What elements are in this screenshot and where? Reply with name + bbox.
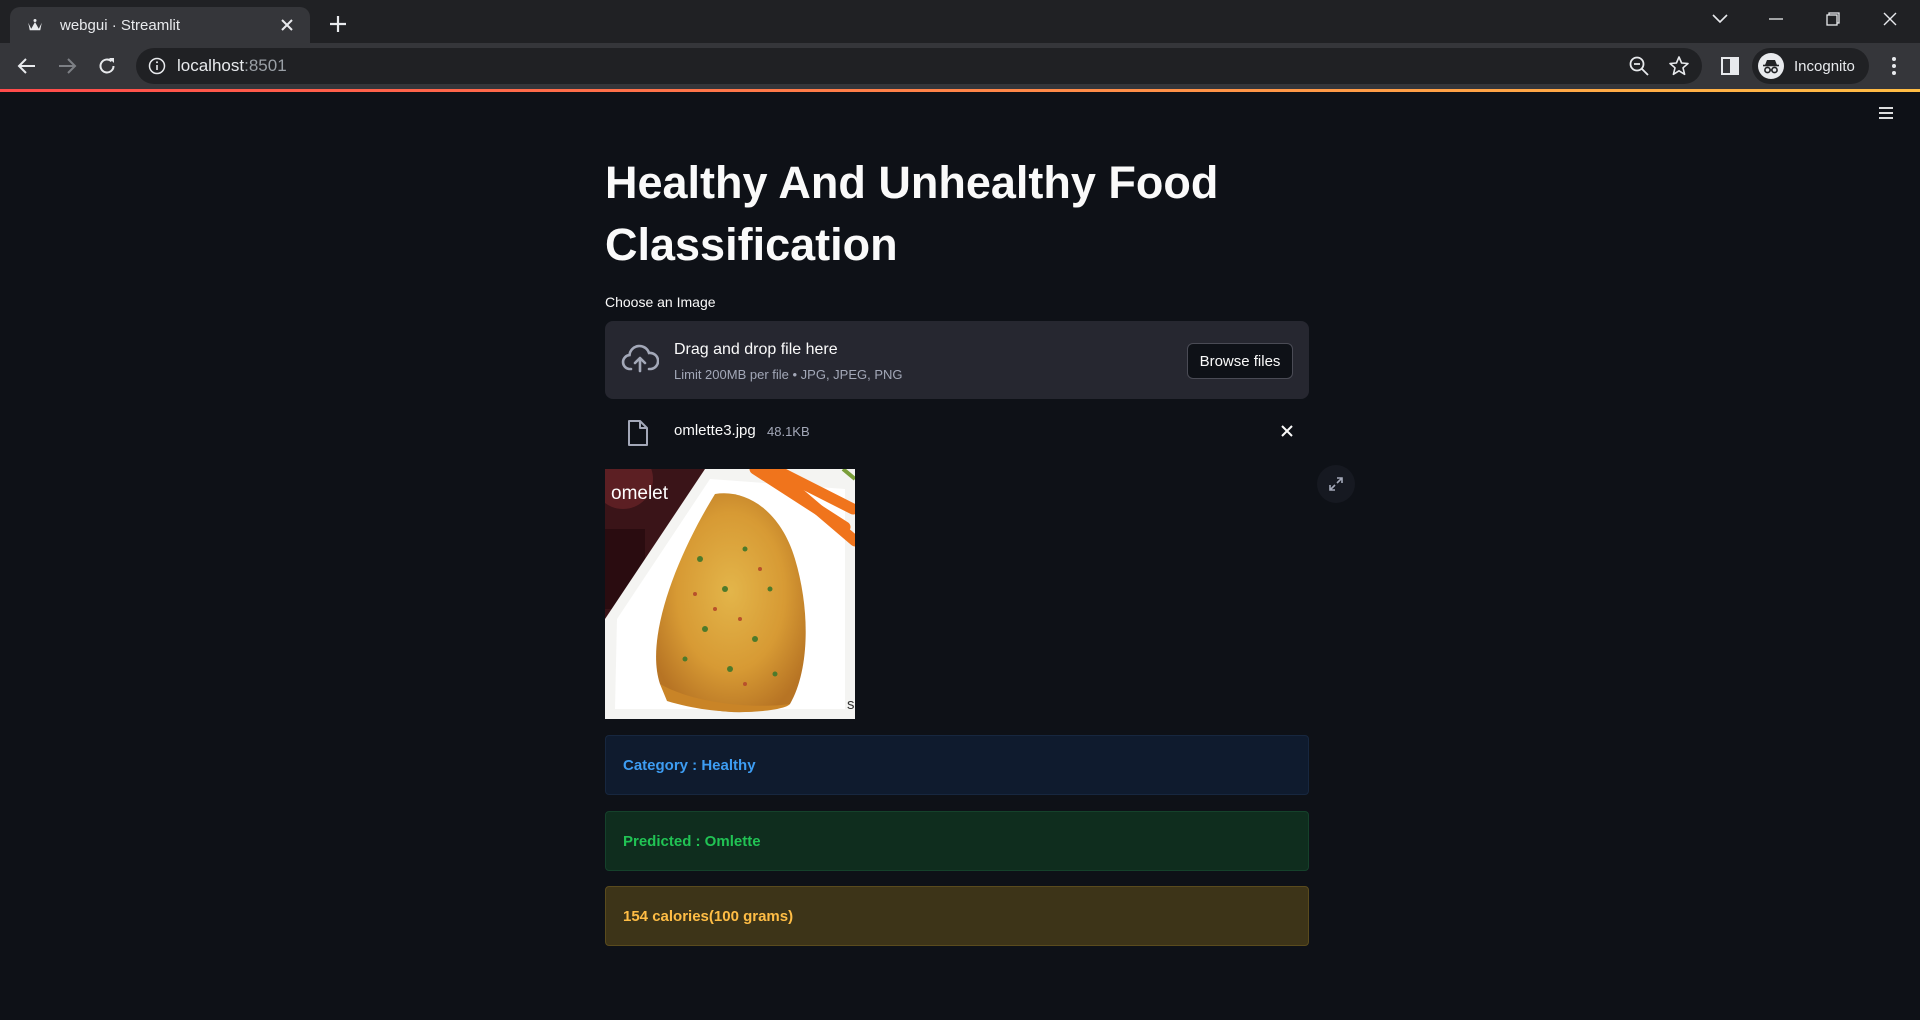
streamlit-decoration-bar xyxy=(0,89,1920,92)
profile-chip[interactable]: Incognito xyxy=(1752,48,1869,84)
remove-file-close-icon[interactable] xyxy=(1275,419,1299,443)
browser-tabstrip: webgui · Streamlit xyxy=(0,0,1920,43)
category-alert: Category : Healthy xyxy=(605,735,1309,795)
browser-toolbar: localhost:8501 Incognito xyxy=(0,43,1920,89)
cloud-upload-icon xyxy=(621,344,659,373)
info-icon[interactable] xyxy=(148,57,166,75)
prediction-alert: Predicted : Omlette xyxy=(605,811,1309,871)
dropzone-subtitle: Limit 200MB per file • JPG, JPEG, PNG xyxy=(674,367,903,382)
image-overlay-text: omelet xyxy=(611,483,669,504)
tab-title: webgui · Streamlit xyxy=(60,16,181,34)
zoom-out-icon[interactable] xyxy=(1628,55,1650,77)
browser-tab[interactable]: webgui · Streamlit xyxy=(10,7,310,43)
browse-files-button[interactable]: Browse files xyxy=(1187,343,1293,379)
omelette-photo: omelet s xyxy=(605,469,855,719)
profile-label: Incognito xyxy=(1794,57,1855,75)
restore-icon[interactable] xyxy=(1807,0,1859,38)
uploaded-image: omelet s xyxy=(605,469,855,719)
minimize-icon[interactable] xyxy=(1750,0,1802,38)
category-text: Category : Healthy xyxy=(623,756,756,774)
main-menu-hamburger-icon[interactable] xyxy=(1873,102,1899,124)
incognito-icon xyxy=(1758,53,1784,79)
more-vert-icon[interactable] xyxy=(1880,52,1908,80)
prediction-text: Predicted : Omlette xyxy=(623,832,761,850)
streamlit-favicon xyxy=(28,19,42,31)
page-title: Healthy And Unhealthy Food Classificatio… xyxy=(605,157,1219,270)
close-window-icon[interactable] xyxy=(1864,0,1916,38)
image-corner-text: s xyxy=(847,696,855,713)
star-icon[interactable] xyxy=(1668,55,1690,77)
forward-icon[interactable] xyxy=(53,52,81,80)
dropzone-title: Drag and drop file here xyxy=(674,341,838,358)
uploaded-file-item: omlette3.jpg 48.1KB xyxy=(605,409,1309,455)
tab-close-icon[interactable] xyxy=(276,14,298,36)
back-icon[interactable] xyxy=(13,52,41,80)
uploader-label: Choose an Image xyxy=(605,294,716,310)
file-size: 48.1KB xyxy=(767,424,810,439)
calories-alert: 154 calories(100 grams) xyxy=(605,886,1309,946)
new-tab-button[interactable] xyxy=(324,10,352,38)
side-panel-icon[interactable] xyxy=(1716,52,1744,80)
address-bar[interactable]: localhost:8501 xyxy=(136,48,1702,84)
fullscreen-icon[interactable] xyxy=(1317,465,1355,503)
file-dropzone[interactable]: Drag and drop file here Limit 200MB per … xyxy=(605,321,1309,399)
tab-search-chevron-down-icon[interactable] xyxy=(1694,0,1746,38)
file-name: omlette3.jpg xyxy=(674,422,756,439)
reload-icon[interactable] xyxy=(93,52,121,80)
calories-text: 154 calories(100 grams) xyxy=(623,907,794,925)
url-text: localhost:8501 xyxy=(177,56,287,75)
file-icon xyxy=(628,420,648,446)
